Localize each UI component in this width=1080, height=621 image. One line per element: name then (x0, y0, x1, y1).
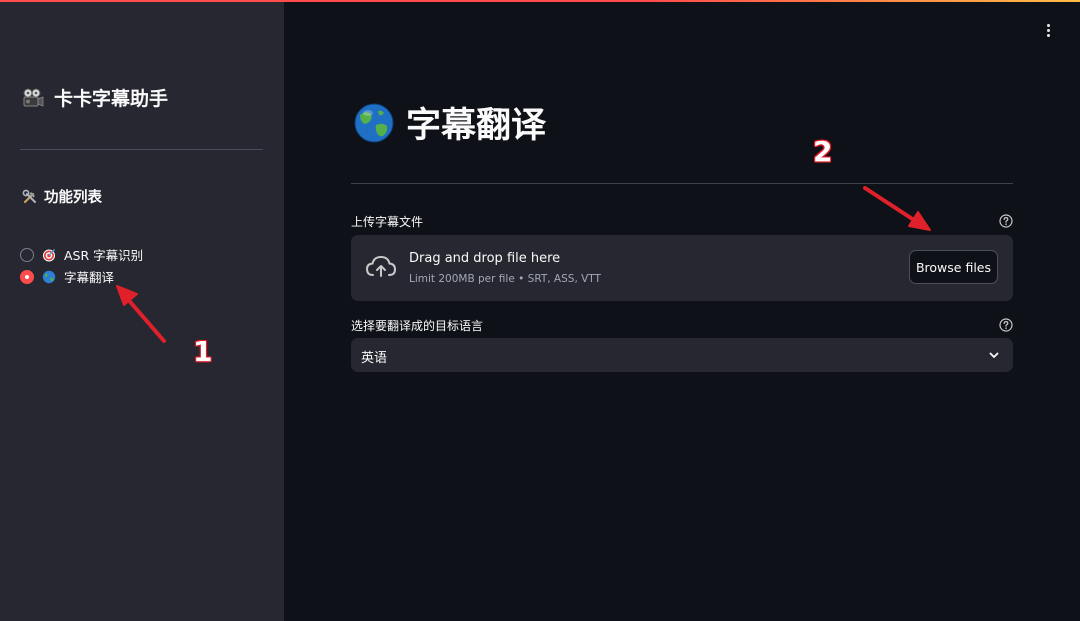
dropzone-limit: Limit 200MB per file • SRT, ASS, VTT (409, 273, 601, 285)
menu-dot (1046, 33, 1050, 37)
hammer-wrench-icon (22, 189, 36, 203)
annotation-marker-1: 1 (193, 335, 213, 368)
help-icon[interactable] (999, 318, 1013, 332)
film-projector-icon (23, 88, 44, 107)
file-dropzone[interactable]: Drag and drop file here Limit 200MB per … (351, 235, 1013, 301)
upload-label: 上传字幕文件 (351, 215, 424, 229)
globe-icon (42, 270, 56, 283)
page-title: 字幕翻译 (354, 97, 546, 148)
radio-unchecked[interactable] (20, 247, 34, 262)
chevron-down-icon (989, 352, 999, 358)
sidebar-divider (20, 149, 263, 150)
cloud-upload-icon (365, 255, 397, 277)
section-heading: 功能列表 (22, 186, 102, 207)
sidebar-item-label: ASR 字幕识别 (64, 248, 144, 263)
browse-files-button[interactable]: Browse files (909, 250, 998, 284)
sidebar-item-asr[interactable]: ASR 字幕识别 (20, 245, 143, 264)
dropzone-instructions: Drag and drop file here (409, 251, 561, 266)
sidebar-item-translate[interactable]: 字幕翻译 (20, 267, 114, 286)
direct-hit-target-icon (43, 248, 55, 261)
main-menu-button[interactable] (1038, 20, 1058, 40)
globe-icon (354, 103, 394, 142)
radio-checked[interactable] (20, 269, 34, 284)
app-title-text: 卡卡字幕助手 (54, 88, 169, 110)
sidebar-item-label: 字幕翻译 (64, 270, 115, 285)
language-select[interactable]: 英语 (351, 338, 1013, 372)
language-select-value: 英语 (361, 351, 388, 366)
menu-dot (1046, 23, 1050, 27)
sidebar: 卡卡字幕助手 功能列表 ASR 字幕识别 字幕翻译 (0, 0, 284, 621)
page-title-text: 字幕翻译 (406, 106, 547, 146)
main-divider (351, 183, 1013, 184)
annotation-marker-2: 2 (813, 135, 833, 168)
section-heading-text: 功能列表 (44, 190, 102, 206)
language-label: 选择要翻译成的目标语言 (351, 319, 484, 333)
menu-dot (1046, 28, 1050, 32)
top-accent-bar (0, 0, 1080, 2)
help-icon[interactable] (999, 214, 1013, 228)
app-title: 卡卡字幕助手 (22, 84, 168, 111)
